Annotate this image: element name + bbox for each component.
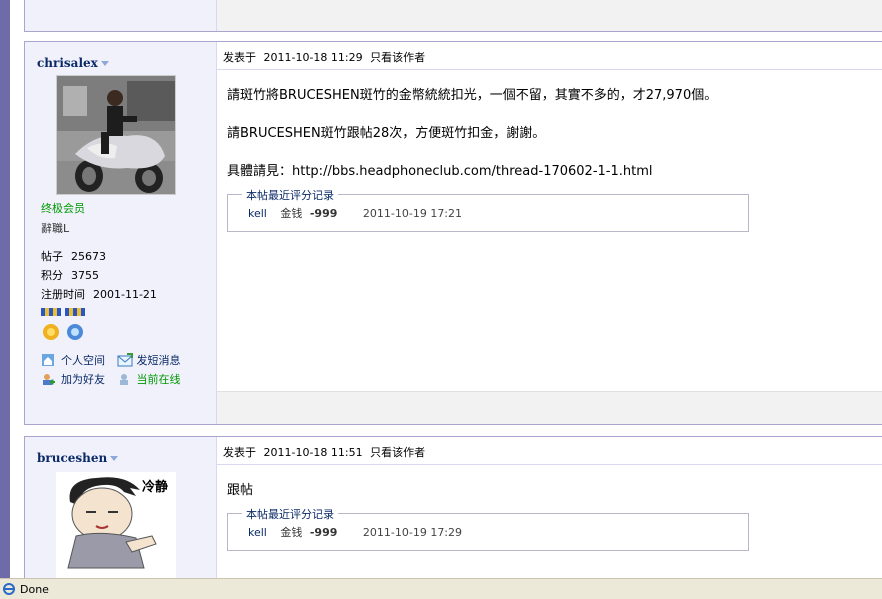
- stat-value: 3755: [71, 269, 99, 282]
- rating-time: 2011-10-19 17:21: [362, 207, 463, 220]
- stat-posts: 帖子 25673: [41, 248, 106, 264]
- link-label[interactable]: 加为好友: [61, 371, 105, 387]
- only-author-link[interactable]: 只看该作者: [370, 51, 425, 64]
- post-body-line[interactable]: 具體請見：http://bbs.headphoneclub.com/thread…: [227, 160, 653, 179]
- posted-prefix: 发表于: [223, 446, 256, 459]
- add-friend-link[interactable]: 加为好友: [41, 371, 105, 387]
- window-left-border: [0, 0, 10, 578]
- rating-field: 金钱: [280, 207, 303, 220]
- stat-label: 积分: [41, 269, 63, 282]
- medals: [41, 308, 91, 342]
- online-status: 当前在线: [117, 371, 181, 387]
- only-author-link[interactable]: 只看该作者: [370, 446, 425, 459]
- online-icon: [117, 372, 131, 386]
- posted-prefix: 发表于: [223, 51, 256, 64]
- previous-post-remnant: [24, 0, 882, 32]
- posted-time: 2011-10-18 11:29: [263, 51, 363, 64]
- user-title: 辭職L: [41, 222, 70, 235]
- avatar[interactable]: [56, 75, 176, 195]
- post-content: 发表于 2011-10-18 11:51 只看该作者 跟帖 本帖最近评分记录 k…: [217, 437, 882, 595]
- author-name-link[interactable]: bruceshen: [37, 451, 119, 465]
- rating-user[interactable]: kell: [248, 526, 267, 539]
- rating-legend: 本帖最近评分记录: [242, 187, 338, 203]
- link-label[interactable]: 发短消息: [137, 352, 181, 368]
- post-body-line: 跟帖: [227, 483, 254, 498]
- rating-amount: -999: [309, 207, 338, 220]
- stat-label: 注册时间: [41, 288, 85, 301]
- rating-time: 2011-10-19 17:29: [362, 526, 463, 539]
- post-footer: [217, 391, 882, 424]
- post-author-sidebar: bruceshen 冷静: [25, 437, 217, 595]
- avatar-image: [57, 76, 175, 194]
- posted-time: 2011-10-18 11:51: [263, 446, 363, 459]
- chevron-down-icon[interactable]: [110, 456, 119, 461]
- post-meta: 发表于 2011-10-18 11:29 只看该作者: [223, 49, 429, 65]
- user-group: 终极会员: [41, 202, 85, 215]
- post-meta: 发表于 2011-10-18 11:51 只看该作者: [223, 444, 429, 460]
- post-content: 发表于 2011-10-18 11:29 只看该作者 請斑竹將BRUCESHEN…: [217, 42, 882, 424]
- stat-register-date: 注册时间 2001-11-21: [41, 286, 157, 302]
- user-links-row-1: 个人空间 发短消息: [41, 352, 189, 370]
- add-friend-icon: [41, 372, 55, 386]
- rating-field: 金钱: [280, 526, 303, 539]
- chevron-down-icon[interactable]: [100, 61, 109, 66]
- author-name-link[interactable]: chrisalex: [37, 56, 109, 70]
- page-gutter: [10, 0, 24, 578]
- ie-icon: [3, 583, 15, 595]
- author-name[interactable]: bruceshen: [37, 451, 107, 465]
- post-header: 发表于 2011-10-18 11:29 只看该作者: [217, 42, 882, 70]
- avatar-caption: 冷静: [142, 480, 169, 495]
- post-body-line: 請斑竹將BRUCESHEN斑竹的金幣統統扣光，一個不留，其實不多的，才27,97…: [227, 88, 718, 103]
- link-label[interactable]: 个人空间: [61, 352, 105, 368]
- post-bruceshen: bruceshen 冷静 发表于 2011-10-18 11:51 只看该作者 …: [24, 436, 882, 596]
- avatar[interactable]: 冷静: [56, 472, 176, 592]
- stat-label: 帖子: [41, 250, 63, 263]
- previous-post-sidebar: [25, 0, 217, 31]
- stat-points: 积分 3755: [41, 267, 99, 283]
- rating-user[interactable]: kell: [248, 207, 267, 220]
- previous-post-main: [217, 0, 882, 31]
- link-label: 当前在线: [136, 373, 181, 386]
- browser-statusbar: Done: [0, 578, 882, 599]
- rating-row: kell 金钱 -999 2011-10-19 17:21: [248, 205, 462, 221]
- stat-value: 2001-11-21: [93, 288, 157, 301]
- rating-box: 本帖最近评分记录 kell 金钱 -999 2011-10-19 17:29: [227, 506, 749, 551]
- personal-space-link[interactable]: 个人空间: [41, 352, 105, 368]
- medal-icon: [41, 308, 85, 340]
- post-author-sidebar: chrisalex 终极会员 辭職L 帖子 25673 积分 3755 注册时间…: [25, 42, 217, 424]
- status-text: Done: [20, 583, 49, 596]
- user-links-row-2: 加为好友 当前在线: [41, 371, 189, 389]
- author-name[interactable]: chrisalex: [37, 56, 98, 70]
- home-icon: [41, 353, 55, 367]
- stat-value: 25673: [71, 250, 106, 263]
- rating-amount: -999: [309, 526, 338, 539]
- rating-box: 本帖最近评分记录 kell 金钱 -999 2011-10-19 17:21: [227, 187, 749, 232]
- send-message-link[interactable]: 发短消息: [117, 352, 181, 368]
- rating-row: kell 金钱 -999 2011-10-19 17:29: [248, 524, 462, 540]
- rating-legend: 本帖最近评分记录: [242, 506, 338, 522]
- post-header: 发表于 2011-10-18 11:51 只看该作者: [217, 437, 882, 465]
- post-chrisalex: chrisalex 终极会员 辭職L 帖子 25673 积分 3755 注册时间…: [24, 41, 882, 425]
- post-body-line: 請BRUCESHEN斑竹跟帖28次，方便斑竹扣金，謝謝。: [227, 126, 546, 141]
- message-icon: [117, 353, 133, 367]
